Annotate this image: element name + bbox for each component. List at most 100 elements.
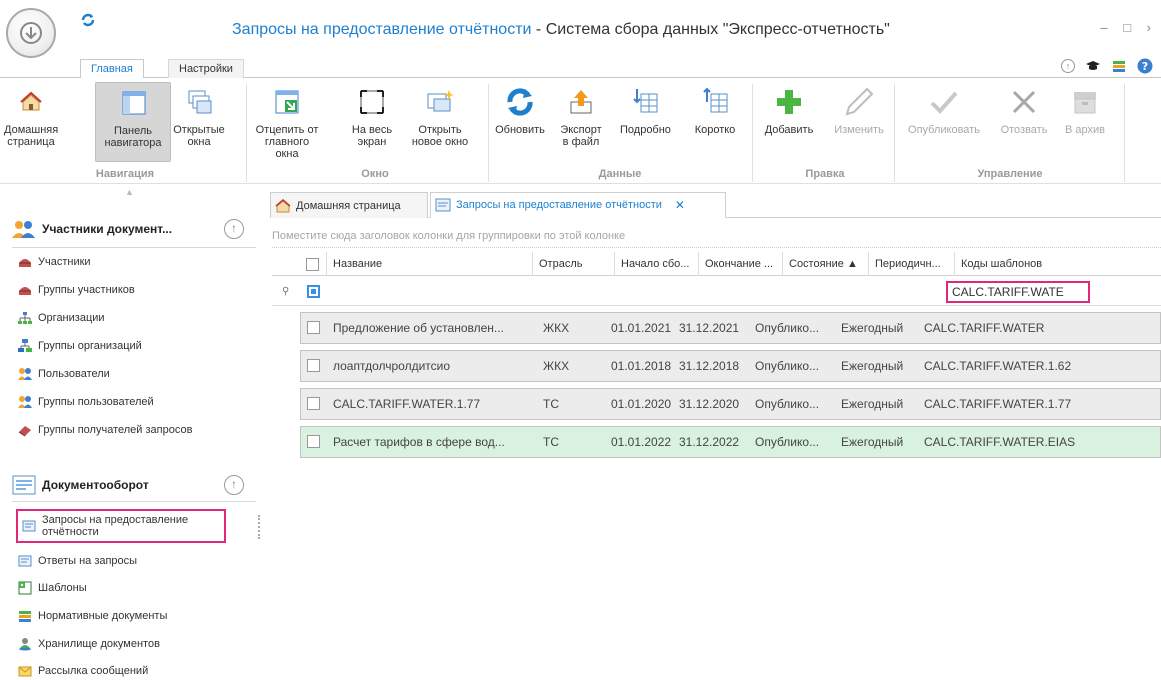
table-row[interactable]: Предложение об установлен... ЖКХ 01.01.2… bbox=[300, 312, 1161, 344]
undock-icon bbox=[275, 90, 299, 114]
quick-refresh-icon[interactable] bbox=[80, 12, 96, 28]
tab-home[interactable]: Главная bbox=[80, 59, 144, 79]
collapse-ribbon-icon[interactable]: ↑ bbox=[1061, 59, 1075, 73]
cell-end: 31.12.2020 bbox=[679, 397, 740, 411]
sidebar-collapse-icon[interactable]: ▲ bbox=[125, 187, 134, 197]
checkbox[interactable] bbox=[307, 321, 320, 335]
checkbox[interactable] bbox=[307, 435, 320, 449]
row-checkbox-cell[interactable] bbox=[307, 427, 327, 457]
sidebar-item-report-requests[interactable]: Запросы на предоставление отчётности bbox=[16, 509, 226, 543]
section-header-workflow[interactable]: Документооборот ↑ bbox=[12, 471, 256, 499]
cell-codes: CALC.TARIFF.WATER bbox=[924, 321, 1045, 335]
sidebar-item-doc-storage[interactable]: Хранилище документов bbox=[18, 632, 160, 656]
section-header-participants[interactable]: Участники документ... ↑ bbox=[12, 215, 256, 243]
undock-button[interactable]: Отцепить от главного окна bbox=[254, 82, 320, 162]
fullscreen-button[interactable]: На весь экран bbox=[348, 82, 396, 162]
cell-start: 01.01.2018 bbox=[611, 359, 672, 373]
cell-period: Ежегодный bbox=[841, 321, 904, 335]
ribbon-tabs: Главная Настройки ↑ ? bbox=[0, 56, 1161, 79]
table-row[interactable]: CALC.TARIFF.WATER.1.77 ТС 01.01.2020 31.… bbox=[300, 388, 1161, 420]
title-bar: Запросы на предоставление отчётности - С… bbox=[0, 0, 1161, 58]
window-controls[interactable]: – □ › bbox=[1100, 20, 1157, 35]
home-page-button[interactable]: Домашняя страница bbox=[4, 82, 58, 162]
revoke-button[interactable]: Отозвать bbox=[996, 82, 1052, 162]
fullscreen-icon bbox=[360, 90, 384, 114]
cell-state: Опублико... bbox=[755, 435, 820, 449]
nav-panel-icon bbox=[122, 91, 146, 115]
sidebar-item-label: Шаблоны bbox=[38, 582, 87, 594]
window-title: Запросы на предоставление отчётности - С… bbox=[232, 21, 890, 39]
filter-checkbox[interactable] bbox=[307, 285, 320, 298]
sidebar-item-regulatory-docs[interactable]: Нормативные документы bbox=[18, 604, 167, 628]
tab-home-page[interactable]: Домашняя страница bbox=[270, 192, 428, 218]
tab-settings[interactable]: Настройки bbox=[168, 59, 244, 79]
column-header-end-date[interactable]: Окончание ... bbox=[698, 252, 782, 276]
archive-label: В архив bbox=[1065, 124, 1105, 136]
column-header-state[interactable]: Состояние ▲ bbox=[782, 252, 868, 276]
row-checkbox-cell[interactable] bbox=[307, 313, 327, 343]
collapse-up-icon[interactable]: ↑ bbox=[224, 219, 244, 239]
sidebar-item-recipient-groups[interactable]: Группы получателей запросов bbox=[18, 418, 192, 442]
revoke-label: Отозвать bbox=[1000, 124, 1048, 136]
help-icon[interactable]: ? bbox=[1137, 58, 1153, 74]
detailed-label: Подробно bbox=[620, 124, 671, 136]
close-tab-icon[interactable]: ✕ bbox=[675, 193, 685, 217]
book-icon bbox=[18, 426, 31, 437]
sidebar-resize-handle[interactable] bbox=[258, 515, 260, 539]
cell-start: 01.01.2020 bbox=[611, 397, 672, 411]
column-header-start-date[interactable]: Начало сбо... bbox=[614, 252, 698, 276]
graduation-cap-icon[interactable] bbox=[1085, 58, 1101, 74]
nav-panel-button[interactable]: Панель навигатора bbox=[95, 82, 171, 162]
sidebar-item-org-groups[interactable]: Группы организаций bbox=[18, 334, 142, 358]
template-codes-filter-input[interactable]: CALC.TARIFF.WATE bbox=[946, 281, 1090, 303]
window-title-rest: - Система сбора данных "Экспресс-отчетно… bbox=[531, 21, 890, 38]
sidebar-item-users[interactable]: Пользователи bbox=[18, 362, 110, 386]
document-tabs: Домашняя страница Запросы на предоставле… bbox=[270, 190, 1161, 218]
add-button[interactable]: Добавить bbox=[758, 82, 820, 162]
edit-button[interactable]: Изменить bbox=[830, 82, 888, 162]
new-window-button[interactable]: Открыть новое окно bbox=[410, 82, 470, 162]
row-checkbox-cell[interactable] bbox=[307, 389, 327, 419]
column-header-template-codes[interactable]: Коды шаблонов bbox=[954, 252, 1161, 276]
sidebar-item-participants[interactable]: Участники bbox=[18, 250, 91, 274]
app-menu-button[interactable] bbox=[6, 8, 56, 58]
export-button[interactable]: Экспорт в файл bbox=[558, 82, 604, 162]
cell-period: Ежегодный bbox=[841, 359, 904, 373]
detailed-button[interactable]: Подробно bbox=[620, 82, 671, 162]
publish-button[interactable]: Опубликовать bbox=[900, 82, 988, 162]
sidebar-item-user-groups[interactable]: Группы пользователей bbox=[18, 390, 154, 414]
new-window-icon bbox=[427, 90, 454, 112]
group-by-panel[interactable]: Поместите сюда заголовок колонки для гру… bbox=[272, 224, 1161, 248]
checkbox[interactable] bbox=[306, 257, 319, 271]
column-header-name[interactable]: Название bbox=[326, 252, 532, 276]
ribbon-separator bbox=[894, 84, 895, 182]
column-header-periodicity[interactable]: Периодичн... bbox=[868, 252, 954, 276]
sidebar-item-participant-groups[interactable]: Группы участников bbox=[18, 278, 135, 302]
group-label-window: Окно bbox=[361, 168, 389, 180]
archive-button[interactable]: В архив bbox=[1060, 82, 1110, 162]
svg-text:?: ? bbox=[1142, 60, 1148, 73]
books-icon[interactable] bbox=[1111, 58, 1127, 74]
tab-report-requests[interactable]: Запросы на предоставление отчётности ✕ bbox=[430, 192, 726, 218]
section-divider bbox=[12, 501, 256, 502]
sidebar-item-messaging[interactable]: Рассылка сообщений bbox=[18, 659, 148, 680]
column-header-industry[interactable]: Отрасль bbox=[532, 252, 614, 276]
edit-label: Изменить bbox=[834, 124, 884, 136]
refresh-button[interactable]: Обновить bbox=[494, 82, 546, 162]
sidebar-item-responses[interactable]: Ответы на запросы bbox=[18, 549, 137, 573]
checkbox[interactable] bbox=[307, 359, 320, 373]
sidebar-item-templates[interactable]: Шаблоны bbox=[18, 576, 87, 600]
select-all-checkbox[interactable] bbox=[300, 252, 328, 276]
table-row[interactable]: лоаптдолчролдитсио ЖКХ 01.01.2018 31.12.… bbox=[300, 350, 1161, 382]
collapse-up-icon[interactable]: ↑ bbox=[224, 475, 244, 495]
document-flow-icon bbox=[12, 475, 36, 495]
sidebar-item-label: Группы организаций bbox=[38, 340, 142, 352]
group-label-navigation: Навигация bbox=[95, 168, 155, 180]
sidebar-item-label: Участники bbox=[38, 256, 91, 268]
brief-button[interactable]: Коротко bbox=[690, 82, 740, 162]
table-row[interactable]: Расчет тарифов в сфере вод... ТС 01.01.2… bbox=[300, 426, 1161, 458]
sidebar-item-organizations[interactable]: Организации bbox=[18, 306, 105, 330]
checkbox[interactable] bbox=[307, 397, 320, 411]
row-checkbox-cell[interactable] bbox=[307, 351, 327, 381]
open-windows-button[interactable]: Открытые окна bbox=[172, 82, 226, 162]
